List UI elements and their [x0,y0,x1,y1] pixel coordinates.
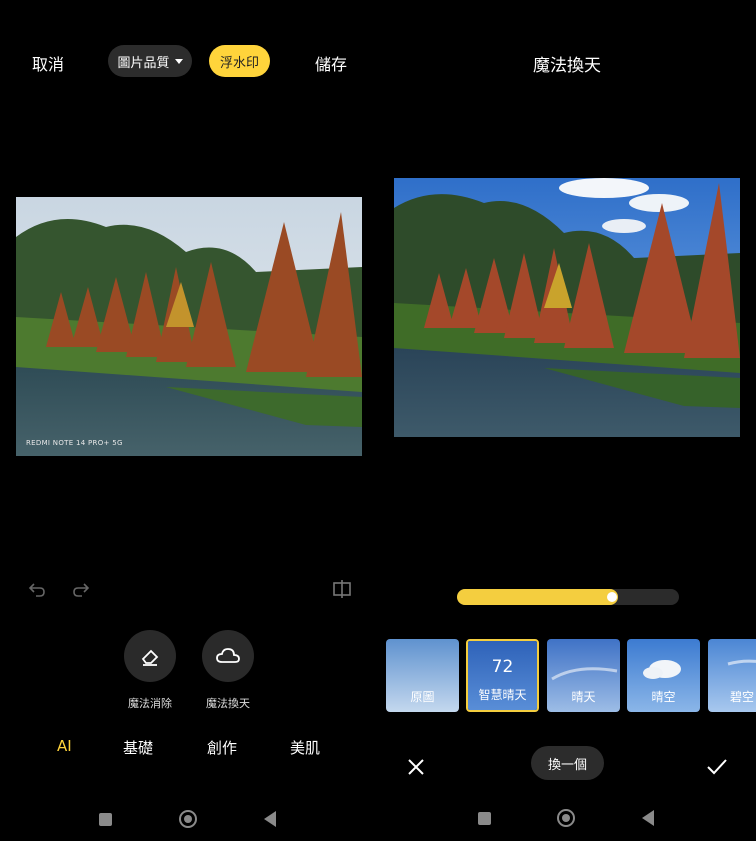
back-icon[interactable] [264,811,276,827]
close-icon[interactable] [406,757,426,777]
back-icon[interactable] [642,810,654,826]
cloud-icon [216,648,240,663]
recent-apps-icon[interactable] [99,813,112,826]
compare-icon[interactable] [332,580,352,598]
tab-beauty[interactable]: 美肌 [290,737,320,758]
image-quality-dropdown[interactable]: 圖片品質 [108,45,192,77]
image-quality-label: 圖片品質 [117,55,170,71]
check-icon[interactable] [706,757,728,777]
filter-clear-sky[interactable]: 晴空 [627,639,700,712]
filter-strength-value: 72 [491,657,514,677]
magic-erase-button[interactable] [124,630,176,682]
filter-label: 原圖 [410,690,435,704]
watermark-button[interactable]: 浮水印 [209,45,270,77]
filter-label: 晴天 [571,690,596,704]
magic-sky-label: 魔法換天 [206,697,250,710]
original-photo: REDMI NOTE 14 PRO+ 5G [16,197,362,456]
photo-watermark: REDMI NOTE 14 PRO+ 5G [26,439,123,447]
filter-label: 碧空 [730,690,755,704]
swap-sky-button[interactable]: 換一個 [531,746,604,780]
home-icon[interactable] [179,810,197,828]
filter-label: 晴空 [651,690,676,704]
magic-sky-button[interactable] [202,630,254,682]
undo-icon[interactable] [28,581,46,599]
slider-fill [457,589,619,605]
page-title: 魔法換天 [533,56,601,76]
magic-erase-label: 魔法消除 [128,697,172,710]
save-button[interactable]: 儲存 [315,51,347,75]
tab-basic[interactable]: 基礎 [123,737,153,758]
recent-apps-icon[interactable] [478,812,491,825]
eraser-icon [141,649,159,666]
intensity-slider[interactable] [457,589,679,605]
chevron-down-icon [174,58,183,64]
filter-original[interactable]: 原圖 [386,639,459,712]
edited-photo [394,178,740,437]
filter-label: 智慧晴天 [478,688,527,702]
home-icon[interactable] [557,809,575,827]
filter-smart-sunny[interactable]: 72 智慧晴天 [466,639,539,712]
redo-icon[interactable] [72,581,90,599]
tab-creative[interactable]: 創作 [207,737,237,758]
tab-ai[interactable]: AI [57,737,72,755]
cancel-button[interactable]: 取消 [32,51,64,75]
filter-azure[interactable]: 碧空 [708,639,756,712]
filter-sunny[interactable]: 晴天 [547,639,620,712]
